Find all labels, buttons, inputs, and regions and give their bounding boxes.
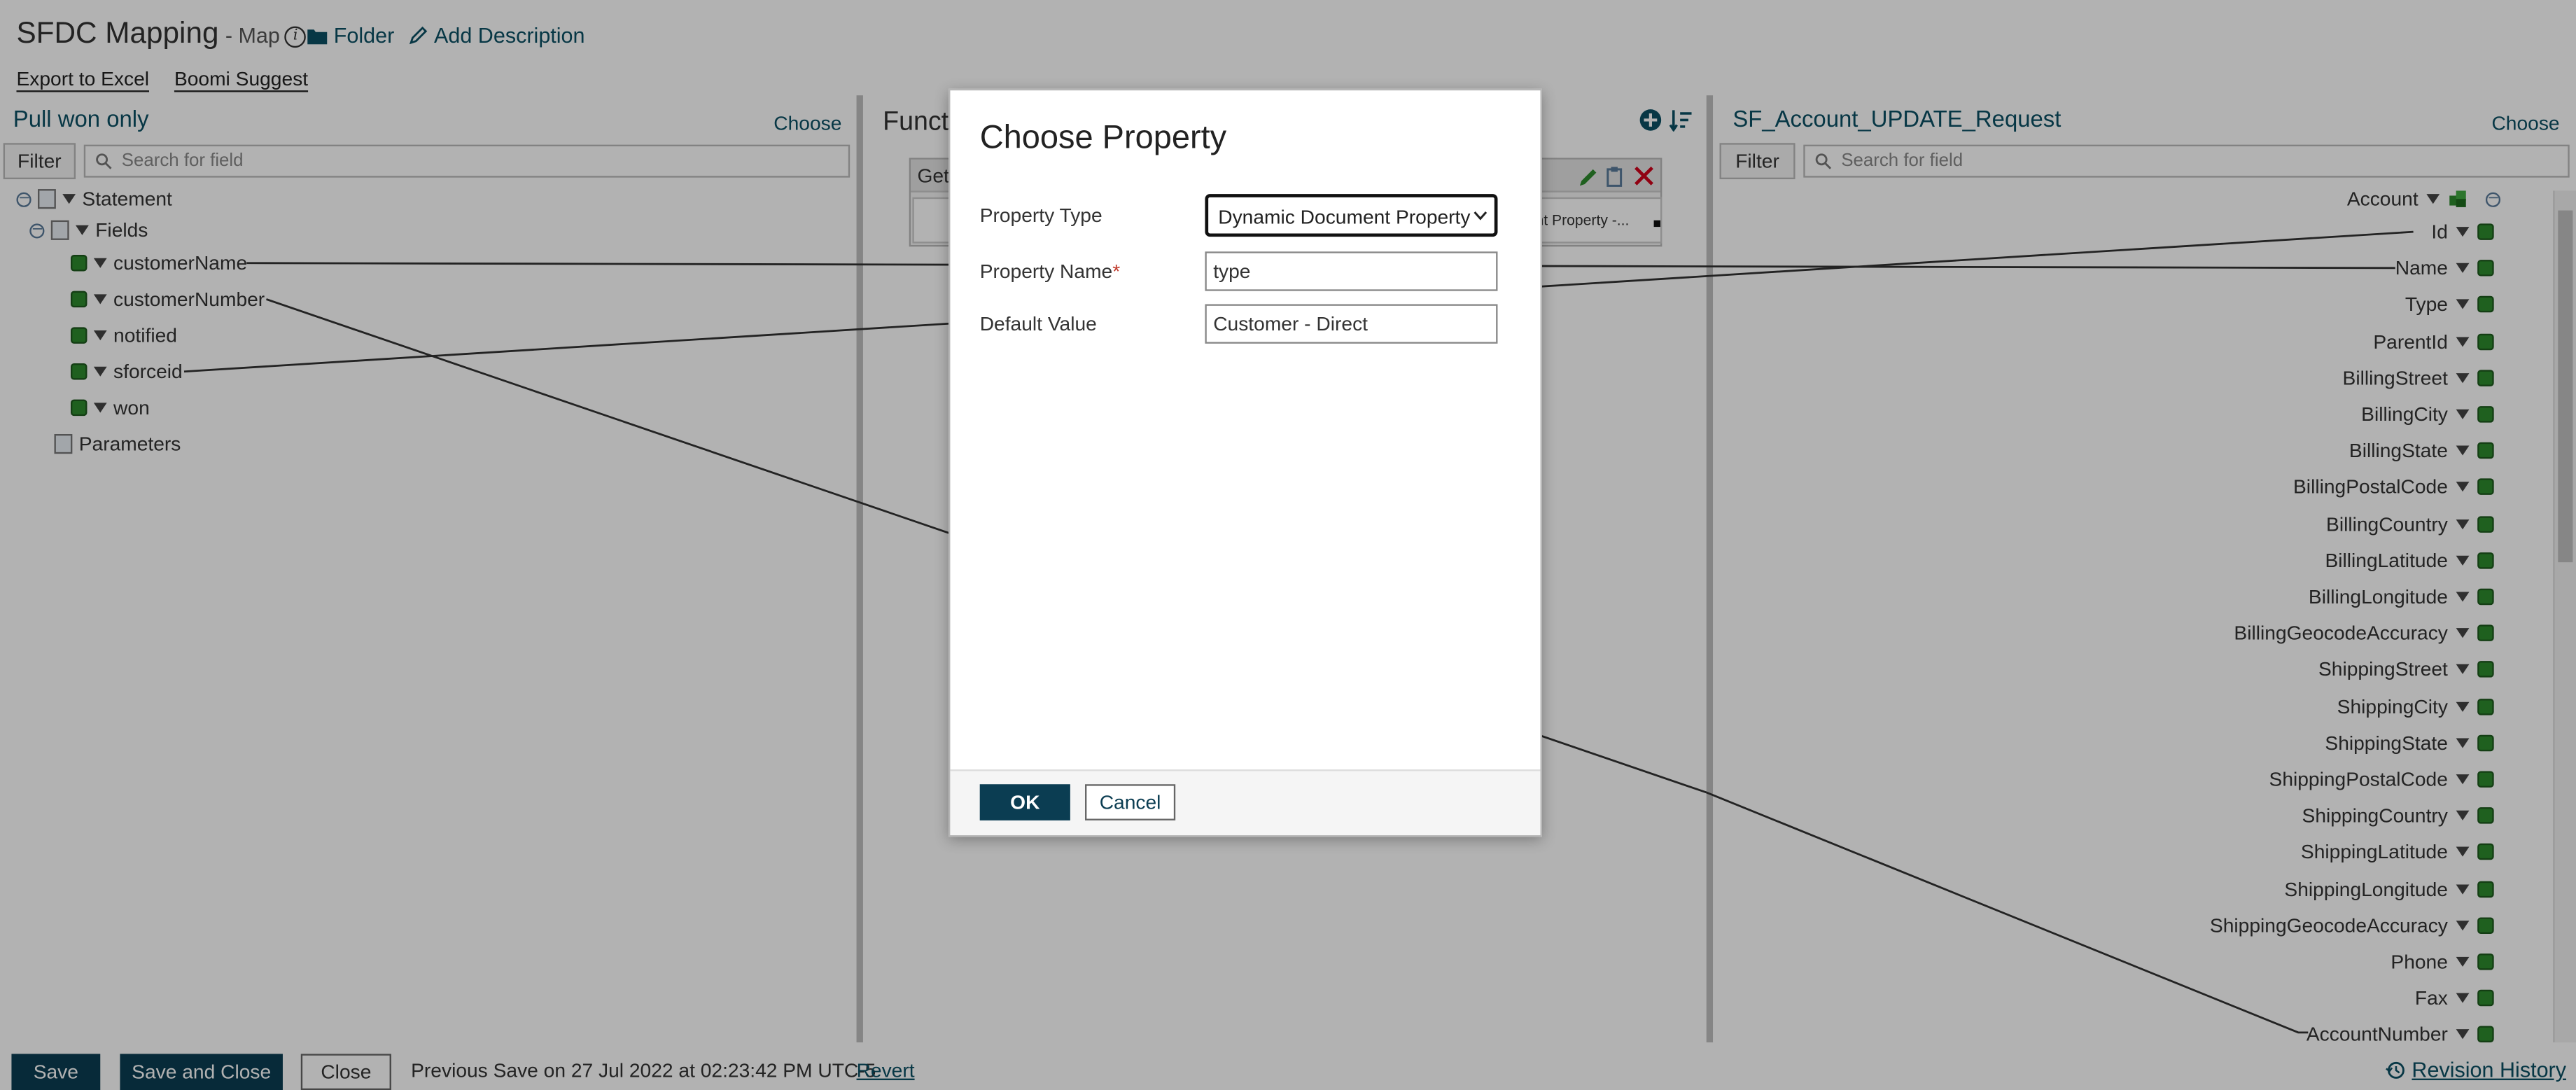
ok-button[interactable]: OK	[979, 784, 1070, 820]
property-type-label: Property Type	[979, 204, 1102, 228]
choose-property-dialog: Choose Property Property Type Dynamic Do…	[948, 88, 1542, 837]
property-name-label: Property Name*	[980, 260, 1121, 283]
property-type-value: Dynamic Document Property	[1218, 205, 1471, 229]
default-value-label: Default Value	[979, 312, 1097, 336]
property-name-input[interactable]: type	[1205, 251, 1498, 291]
property-name-label-text: Property Name	[979, 260, 1113, 283]
default-value-input[interactable]: Customer - Direct	[1205, 304, 1498, 344]
required-mark: *	[1112, 260, 1121, 283]
property-type-select[interactable]: Dynamic Document Property	[1205, 194, 1498, 237]
dialog-title: Choose Property	[979, 120, 1227, 157]
cancel-button[interactable]: Cancel	[1085, 784, 1176, 820]
chevron-down-icon	[1474, 211, 1488, 221]
map-editor-window: SFDC Mapping - Map i Folder Add Descriptio…	[0, 0, 2576, 1090]
